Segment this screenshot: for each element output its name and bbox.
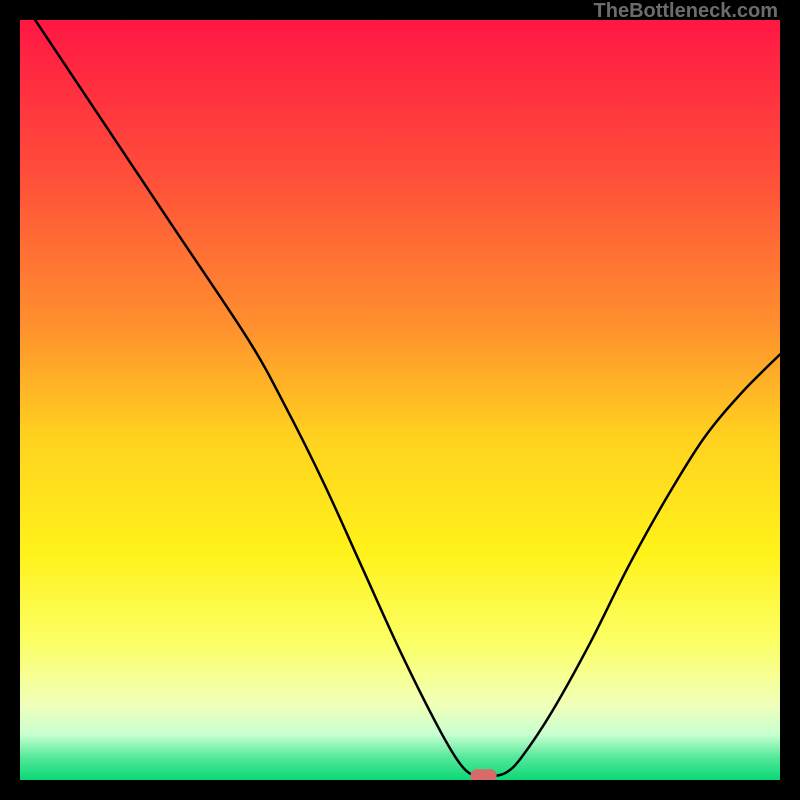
plot-area bbox=[20, 20, 780, 780]
optimal-marker bbox=[471, 769, 497, 780]
watermark-text: TheBottleneck.com bbox=[594, 0, 778, 23]
bottleneck-chart bbox=[20, 20, 780, 780]
chart-frame: TheBottleneck.com bbox=[0, 0, 800, 800]
gradient-background bbox=[20, 20, 780, 780]
